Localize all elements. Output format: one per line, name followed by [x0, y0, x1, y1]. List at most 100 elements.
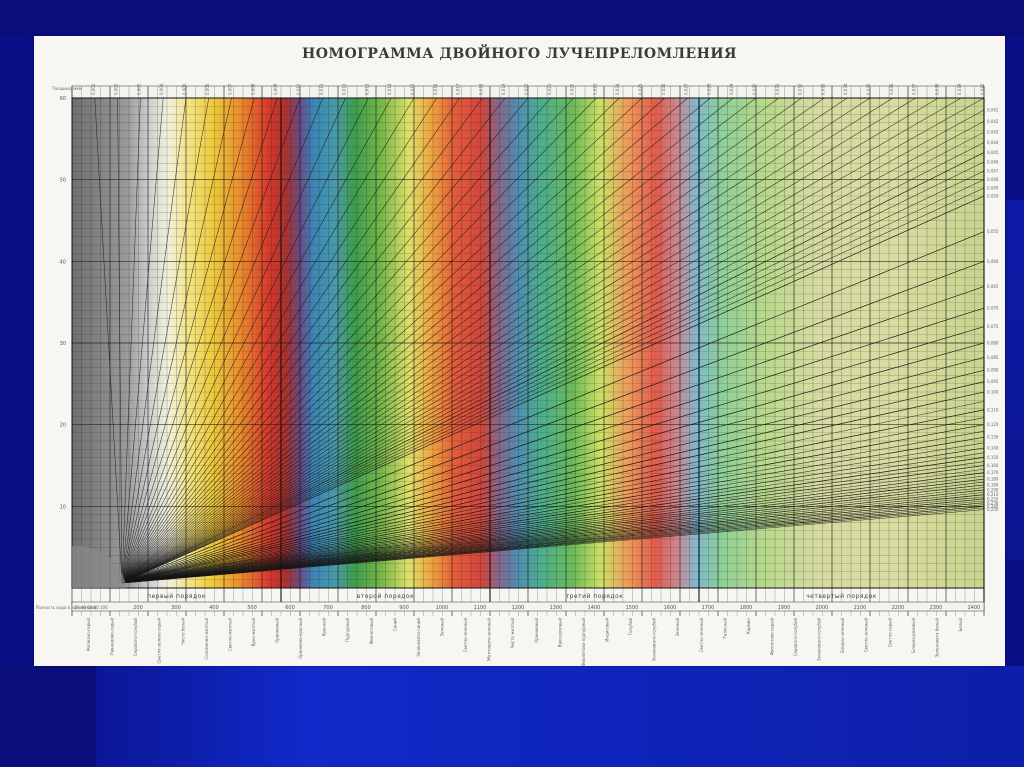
- top-biref-label: 0,017: [456, 83, 461, 95]
- color-name-label: Бледно-зеленый: [840, 618, 845, 653]
- x-tick-label: 2200: [892, 605, 905, 611]
- top-biref-label: 0,039: [957, 83, 962, 95]
- top-biref-label: 0,021: [547, 83, 552, 95]
- x-tick-label: 2400: [968, 605, 981, 611]
- top-biref-label: 0,010: [296, 83, 301, 95]
- x-tick-label: 400: [209, 605, 219, 611]
- right-biref-label: 0,042: [987, 119, 999, 124]
- top-biref-label: 0,001: [91, 83, 96, 95]
- right-biref-label: 0,070: [987, 306, 999, 311]
- color-name-label: Бледно-розовый: [911, 618, 916, 653]
- color-name-label: Светло-зеленый: [699, 618, 704, 653]
- right-biref-label: 0,043: [987, 130, 999, 135]
- top-biref-label: 0,036: [889, 83, 894, 95]
- top-biref-label: 0,024: [615, 83, 620, 95]
- x-axis-label: Разность хода в нанометрах: [36, 605, 97, 610]
- top-biref-label: 0,034: [843, 83, 848, 95]
- top-biref-label: 0,029: [729, 83, 734, 95]
- background-bottom-left: [0, 666, 96, 767]
- right-biref-label: 0,049: [987, 186, 999, 191]
- top-biref-label: 0,037: [912, 83, 917, 95]
- top-biref-label: 0,020: [524, 83, 529, 95]
- color-name-label: Фиолетово-серый: [769, 618, 774, 656]
- right-biref-label: 0,180: [987, 477, 999, 482]
- x-tick-label: 1500: [626, 605, 639, 611]
- right-biref-label: 0,150: [987, 455, 999, 460]
- top-biref-label: 0,023: [592, 83, 597, 95]
- x-tick-label: 1900: [778, 605, 791, 611]
- color-name-label: Оранжевый: [275, 618, 280, 643]
- y-tick-label: 60: [60, 96, 66, 102]
- color-name-label: Голубой: [628, 618, 633, 636]
- right-biref-label: 0,060: [987, 259, 999, 264]
- color-name-label: Серовато-голубой: [793, 618, 798, 657]
- top-biref-label: 0,022: [570, 83, 575, 95]
- right-biref-label: 0,130: [987, 435, 999, 440]
- x-tick-label: 1000: [436, 605, 449, 611]
- right-biref-label: 0,046: [987, 159, 999, 164]
- background-band-right: [1006, 200, 1024, 560]
- color-name-label: Зеленый: [440, 618, 445, 637]
- right-biref-label: 0,080: [987, 341, 999, 346]
- nomogram-svg: 10 20 30 40 50 60 Толщина, мкм 200 300 400 500 600 7…: [36, 83, 999, 666]
- top-biref-label: 0,002: [114, 83, 119, 95]
- top-biref-label: 0,009: [273, 83, 278, 95]
- right-biref-label: 0,085: [987, 355, 999, 360]
- color-name-label: Ярко-розовый: [557, 618, 562, 648]
- top-biref-label: 0,016: [433, 83, 438, 95]
- y-tick-label: 30: [60, 341, 66, 347]
- order-label: второй порядок: [357, 593, 414, 600]
- x-tick-label: 300: [171, 605, 181, 611]
- y-tick-label: 40: [60, 259, 66, 265]
- color-name-label: Зеленовато-белый: [934, 618, 939, 658]
- nomogram-sheet: НОМОГРАММА ДВОЙНОГО ЛУЧЕПРЕЛОМЛЕНИЯ 10 2…: [34, 36, 1005, 666]
- right-biref-label: 0,050: [987, 194, 999, 199]
- color-name-label: Соломенно-желтый: [204, 618, 209, 660]
- color-name-label: Серовато-голубой: [133, 618, 138, 657]
- right-biref-label: 0,075: [987, 324, 999, 329]
- x-tick-label: 800: [361, 605, 371, 611]
- right-biref-label: 0,140: [987, 446, 999, 451]
- top-biref-label: 0,015: [410, 83, 415, 95]
- right-biref-label: 0,090: [987, 368, 999, 373]
- right-biref-label: 0,100: [987, 390, 999, 395]
- right-biref-label: 0,250: [987, 507, 999, 512]
- top-biref-label: 0,028: [706, 83, 711, 95]
- x-tick-label: 1700: [702, 605, 715, 611]
- top-biref-label: 0,007: [228, 83, 233, 95]
- x-tick-label: 700: [323, 605, 333, 611]
- top-biref-label: 0,031: [775, 83, 780, 95]
- top-biref-label: 0,033: [820, 83, 825, 95]
- right-biref-label: 0,044: [987, 140, 999, 145]
- color-name-label: Светло-серый: [887, 618, 892, 648]
- right-biref-label: 0,048: [987, 177, 999, 182]
- top-biref-label: 0,018: [478, 83, 483, 95]
- x-tick-label: 500: [247, 605, 257, 611]
- color-name-label: Желтовато-зеленый: [487, 618, 492, 662]
- color-name-label: Телесный: [722, 618, 727, 640]
- right-biref-label: 0,110: [987, 407, 999, 412]
- x-tick-label: 1400: [588, 605, 601, 611]
- x-tick-label: 600: [285, 605, 295, 611]
- color-name-label: Зеленый: [675, 618, 680, 637]
- color-name-label: Индиговый: [604, 618, 609, 642]
- top-biref-label: 0,014: [387, 83, 392, 95]
- top-biref-label: 0,040: [980, 83, 985, 95]
- color-name-label: Оранжево-красный: [298, 618, 303, 659]
- background-bottom: [0, 666, 1024, 767]
- background-top: [0, 0, 1024, 36]
- x-tick-label: 2100: [854, 605, 867, 611]
- top-biref-label: 0,019: [501, 83, 506, 95]
- right-biref-label: 0,120: [987, 422, 999, 427]
- right-biref-label: 0,055: [987, 229, 999, 234]
- x-tick-label: 2300: [930, 605, 943, 611]
- x-tick-label: 1200: [512, 605, 525, 611]
- color-name-label: Светло-зеленый: [864, 618, 869, 653]
- right-biref-label: 0,160: [987, 463, 999, 468]
- color-name-label: Светло-зелено-серый: [157, 618, 162, 664]
- order-label: четвертый порядок: [806, 593, 877, 600]
- color-name-label: Зеленовато-голубой: [817, 618, 822, 662]
- top-biref-label: 0,032: [798, 83, 803, 95]
- right-biref-label: 0,045: [987, 150, 999, 155]
- top-biref-label: 0,008: [250, 83, 255, 95]
